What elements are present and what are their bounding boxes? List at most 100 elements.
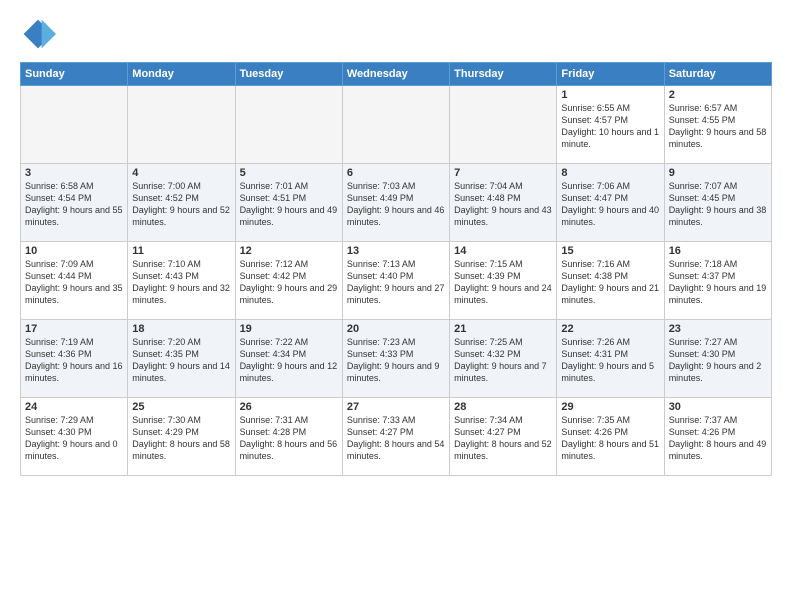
day-number: 16 [669, 245, 767, 257]
calendar-cell [128, 86, 235, 164]
calendar-cell: 21Sunrise: 7:25 AM Sunset: 4:32 PM Dayli… [450, 320, 557, 398]
calendar-cell: 7Sunrise: 7:04 AM Sunset: 4:48 PM Daylig… [450, 164, 557, 242]
weekday-header-sunday: Sunday [21, 63, 128, 86]
calendar-cell: 29Sunrise: 7:35 AM Sunset: 4:26 PM Dayli… [557, 398, 664, 476]
day-number: 9 [669, 167, 767, 179]
header [20, 16, 772, 52]
calendar-cell: 9Sunrise: 7:07 AM Sunset: 4:45 PM Daylig… [664, 164, 771, 242]
day-info: Sunrise: 7:07 AM Sunset: 4:45 PM Dayligh… [669, 180, 767, 229]
calendar-cell: 24Sunrise: 7:29 AM Sunset: 4:30 PM Dayli… [21, 398, 128, 476]
calendar-cell [235, 86, 342, 164]
day-info: Sunrise: 7:35 AM Sunset: 4:26 PM Dayligh… [561, 414, 659, 463]
calendar-cell: 13Sunrise: 7:13 AM Sunset: 4:40 PM Dayli… [342, 242, 449, 320]
day-number: 4 [132, 167, 230, 179]
calendar-table: SundayMondayTuesdayWednesdayThursdayFrid… [20, 62, 772, 476]
calendar-cell: 26Sunrise: 7:31 AM Sunset: 4:28 PM Dayli… [235, 398, 342, 476]
weekday-header-thursday: Thursday [450, 63, 557, 86]
day-number: 17 [25, 323, 123, 335]
calendar-cell: 12Sunrise: 7:12 AM Sunset: 4:42 PM Dayli… [235, 242, 342, 320]
day-number: 8 [561, 167, 659, 179]
calendar-cell: 3Sunrise: 6:58 AM Sunset: 4:54 PM Daylig… [21, 164, 128, 242]
day-number: 18 [132, 323, 230, 335]
calendar-cell [450, 86, 557, 164]
logo [20, 16, 60, 52]
calendar-cell: 6Sunrise: 7:03 AM Sunset: 4:49 PM Daylig… [342, 164, 449, 242]
day-info: Sunrise: 7:23 AM Sunset: 4:33 PM Dayligh… [347, 336, 445, 385]
day-number: 26 [240, 401, 338, 413]
day-info: Sunrise: 7:15 AM Sunset: 4:39 PM Dayligh… [454, 258, 552, 307]
day-number: 13 [347, 245, 445, 257]
day-number: 3 [25, 167, 123, 179]
weekday-header-tuesday: Tuesday [235, 63, 342, 86]
day-number: 25 [132, 401, 230, 413]
day-info: Sunrise: 7:03 AM Sunset: 4:49 PM Dayligh… [347, 180, 445, 229]
day-number: 6 [347, 167, 445, 179]
day-info: Sunrise: 7:30 AM Sunset: 4:29 PM Dayligh… [132, 414, 230, 463]
calendar-cell: 8Sunrise: 7:06 AM Sunset: 4:47 PM Daylig… [557, 164, 664, 242]
day-number: 5 [240, 167, 338, 179]
calendar-cell: 30Sunrise: 7:37 AM Sunset: 4:26 PM Dayli… [664, 398, 771, 476]
calendar-cell: 15Sunrise: 7:16 AM Sunset: 4:38 PM Dayli… [557, 242, 664, 320]
day-number: 2 [669, 89, 767, 101]
day-info: Sunrise: 7:09 AM Sunset: 4:44 PM Dayligh… [25, 258, 123, 307]
day-info: Sunrise: 7:06 AM Sunset: 4:47 PM Dayligh… [561, 180, 659, 229]
day-info: Sunrise: 7:16 AM Sunset: 4:38 PM Dayligh… [561, 258, 659, 307]
calendar-cell: 27Sunrise: 7:33 AM Sunset: 4:27 PM Dayli… [342, 398, 449, 476]
day-number: 15 [561, 245, 659, 257]
calendar-cell: 25Sunrise: 7:30 AM Sunset: 4:29 PM Dayli… [128, 398, 235, 476]
calendar-cell [21, 86, 128, 164]
weekday-header-row: SundayMondayTuesdayWednesdayThursdayFrid… [21, 63, 772, 86]
day-info: Sunrise: 7:20 AM Sunset: 4:35 PM Dayligh… [132, 336, 230, 385]
calendar-cell [342, 86, 449, 164]
calendar-cell: 23Sunrise: 7:27 AM Sunset: 4:30 PM Dayli… [664, 320, 771, 398]
day-number: 19 [240, 323, 338, 335]
logo-icon [20, 16, 56, 52]
day-info: Sunrise: 7:37 AM Sunset: 4:26 PM Dayligh… [669, 414, 767, 463]
day-info: Sunrise: 7:04 AM Sunset: 4:48 PM Dayligh… [454, 180, 552, 229]
day-number: 21 [454, 323, 552, 335]
weekday-header-saturday: Saturday [664, 63, 771, 86]
day-info: Sunrise: 7:34 AM Sunset: 4:27 PM Dayligh… [454, 414, 552, 463]
day-info: Sunrise: 6:57 AM Sunset: 4:55 PM Dayligh… [669, 102, 767, 151]
calendar-week-5: 24Sunrise: 7:29 AM Sunset: 4:30 PM Dayli… [21, 398, 772, 476]
day-info: Sunrise: 7:27 AM Sunset: 4:30 PM Dayligh… [669, 336, 767, 385]
calendar-cell: 1Sunrise: 6:55 AM Sunset: 4:57 PM Daylig… [557, 86, 664, 164]
page: SundayMondayTuesdayWednesdayThursdayFrid… [0, 0, 792, 612]
calendar-week-3: 10Sunrise: 7:09 AM Sunset: 4:44 PM Dayli… [21, 242, 772, 320]
day-info: Sunrise: 7:13 AM Sunset: 4:40 PM Dayligh… [347, 258, 445, 307]
weekday-header-friday: Friday [557, 63, 664, 86]
day-info: Sunrise: 6:58 AM Sunset: 4:54 PM Dayligh… [25, 180, 123, 229]
calendar-cell: 22Sunrise: 7:26 AM Sunset: 4:31 PM Dayli… [557, 320, 664, 398]
calendar-cell: 4Sunrise: 7:00 AM Sunset: 4:52 PM Daylig… [128, 164, 235, 242]
calendar-cell: 18Sunrise: 7:20 AM Sunset: 4:35 PM Dayli… [128, 320, 235, 398]
day-number: 30 [669, 401, 767, 413]
day-info: Sunrise: 7:25 AM Sunset: 4:32 PM Dayligh… [454, 336, 552, 385]
weekday-header-wednesday: Wednesday [342, 63, 449, 86]
calendar-cell: 16Sunrise: 7:18 AM Sunset: 4:37 PM Dayli… [664, 242, 771, 320]
calendar-cell: 2Sunrise: 6:57 AM Sunset: 4:55 PM Daylig… [664, 86, 771, 164]
day-number: 24 [25, 401, 123, 413]
calendar-cell: 5Sunrise: 7:01 AM Sunset: 4:51 PM Daylig… [235, 164, 342, 242]
day-info: Sunrise: 7:10 AM Sunset: 4:43 PM Dayligh… [132, 258, 230, 307]
day-number: 7 [454, 167, 552, 179]
calendar-cell: 14Sunrise: 7:15 AM Sunset: 4:39 PM Dayli… [450, 242, 557, 320]
day-number: 10 [25, 245, 123, 257]
weekday-header-monday: Monday [128, 63, 235, 86]
day-number: 12 [240, 245, 338, 257]
day-number: 14 [454, 245, 552, 257]
day-info: Sunrise: 7:31 AM Sunset: 4:28 PM Dayligh… [240, 414, 338, 463]
day-info: Sunrise: 7:33 AM Sunset: 4:27 PM Dayligh… [347, 414, 445, 463]
day-number: 20 [347, 323, 445, 335]
day-info: Sunrise: 7:18 AM Sunset: 4:37 PM Dayligh… [669, 258, 767, 307]
day-info: Sunrise: 7:26 AM Sunset: 4:31 PM Dayligh… [561, 336, 659, 385]
day-number: 23 [669, 323, 767, 335]
day-info: Sunrise: 7:12 AM Sunset: 4:42 PM Dayligh… [240, 258, 338, 307]
calendar-cell: 28Sunrise: 7:34 AM Sunset: 4:27 PM Dayli… [450, 398, 557, 476]
day-number: 28 [454, 401, 552, 413]
calendar-week-1: 1Sunrise: 6:55 AM Sunset: 4:57 PM Daylig… [21, 86, 772, 164]
day-number: 1 [561, 89, 659, 101]
day-info: Sunrise: 7:29 AM Sunset: 4:30 PM Dayligh… [25, 414, 123, 463]
day-info: Sunrise: 6:55 AM Sunset: 4:57 PM Dayligh… [561, 102, 659, 151]
day-info: Sunrise: 7:22 AM Sunset: 4:34 PM Dayligh… [240, 336, 338, 385]
day-number: 27 [347, 401, 445, 413]
